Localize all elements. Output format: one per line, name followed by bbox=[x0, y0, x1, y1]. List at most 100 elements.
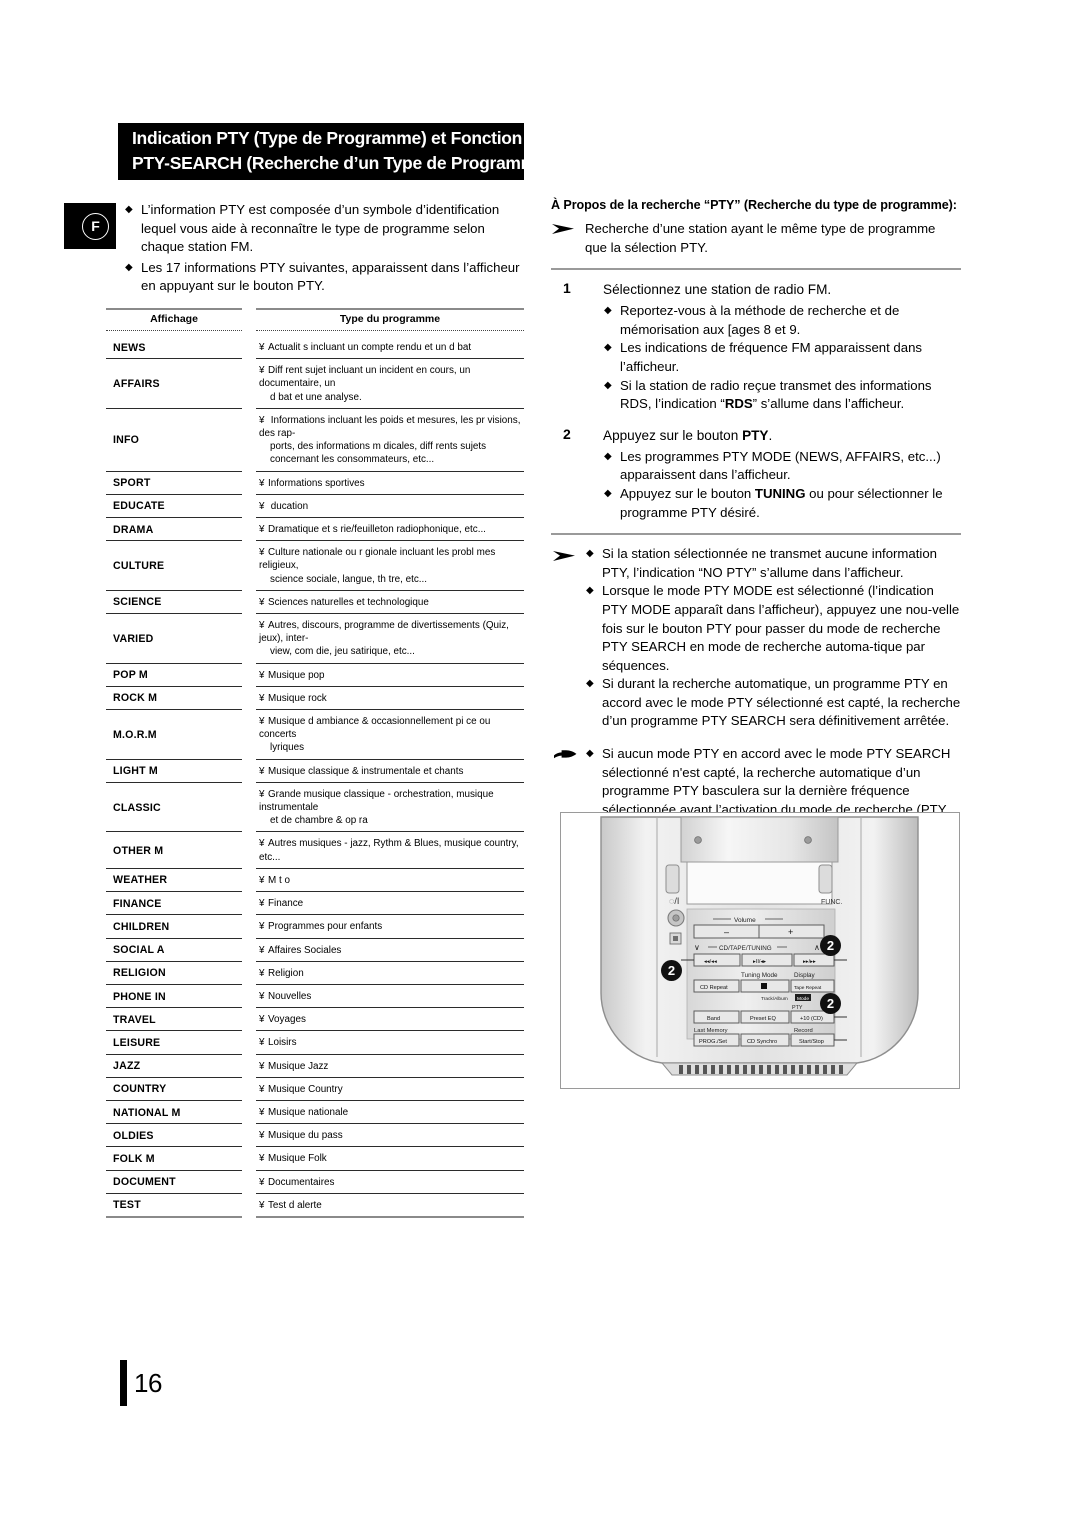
table-row: M.O.R.M ¥ Musique d ambiance & occasionnel… bbox=[106, 710, 524, 760]
table-cell-description: ¥ Loisirs bbox=[256, 1031, 524, 1055]
table-cell-code: CLASSIC bbox=[106, 783, 242, 833]
svg-text:CD/TAPE/TUNING: CD/TAPE/TUNING bbox=[719, 945, 772, 952]
step-1-bullet-2-text: Les indications de fréquence FM apparais… bbox=[620, 340, 923, 374]
page-title-line2: PTY-SEARCH (Recherche d’un Type de Progr… bbox=[132, 153, 551, 173]
table-cell-description: ¥ Finance bbox=[256, 892, 524, 916]
table-row: ROCK M ¥ Musique rock bbox=[106, 687, 524, 711]
diamond-bullet-icon: ◆ bbox=[125, 261, 133, 273]
table-row: PHONE IN ¥ Nouvelles bbox=[106, 985, 524, 1009]
pty-search-heading: À Propos de la recherche “PTY” (Recherch… bbox=[551, 198, 957, 212]
intro-bullet-1-text: L’information PTY est composée d’un symb… bbox=[141, 202, 500, 255]
table-cell-desc-line1: Actualit s incluant un compte rendu et u… bbox=[268, 342, 472, 353]
table-cell-description: ¥ Musique Country bbox=[256, 1078, 524, 1101]
table-cell-desc-line1: Finance bbox=[268, 898, 304, 910]
table-cell-desc-line1: Musique rock bbox=[268, 692, 327, 704]
table-cell-code: NEWS bbox=[106, 336, 242, 360]
table-cell-description: ¥ ducation bbox=[256, 495, 524, 519]
yen-bullet-icon: ¥ bbox=[259, 414, 265, 426]
table-row: FINANCE ¥ Finance bbox=[106, 892, 524, 916]
table-cell-desc-line1: Nouvelles bbox=[268, 990, 312, 1002]
yen-bullet-icon: ¥ bbox=[259, 1083, 265, 1095]
svg-text:Start/Stop: Start/Stop bbox=[799, 1039, 824, 1045]
arrow-marker-icon bbox=[552, 224, 574, 234]
table-body: NEWS ¥ Actualit s incluant un compte rendu… bbox=[106, 336, 524, 1218]
pty-search-intro: Recherche d’une station ayant le même ty… bbox=[551, 220, 961, 257]
table-row: NEWS ¥ Actualit s incluant un compte rendu… bbox=[106, 336, 524, 360]
table-row: AFFAIRS ¥ Diff rent sujet incluant un inci… bbox=[106, 359, 524, 409]
yen-bullet-icon: ¥ bbox=[259, 1199, 265, 1211]
diamond-bullet-icon: ◆ bbox=[586, 678, 594, 690]
callout-badge-2-left: 2 bbox=[661, 960, 682, 981]
table-cell-code: OTHER M bbox=[106, 832, 242, 869]
step-1-number: 1 bbox=[563, 280, 571, 297]
table-cell-desc-line1: Musique d ambiance & occasionnellement p… bbox=[259, 716, 491, 741]
table-cell-desc-line1: Culture nationale ou r gionale incluant … bbox=[259, 547, 496, 572]
table-cell-description: ¥ Musique d ambiance & occasionnellement … bbox=[256, 710, 524, 760]
table-row: LIGHT M ¥ Musique classique & instrumental… bbox=[106, 760, 524, 783]
table-cell-desc-line1: Programmes pour enfants bbox=[268, 921, 383, 933]
step-1-bullet-3: ◆ Si la station de radio reçue transmet … bbox=[603, 377, 961, 414]
step-1: 1 Sélectionnez une station de radio FM. bbox=[551, 280, 961, 299]
table-cell-desc-line1: Dramatique et s rie/feuilleton radiophon… bbox=[268, 524, 486, 536]
table-cell-code: RELIGION bbox=[106, 962, 242, 985]
pty-program-type-table: Affichage Type du programme NEWS ¥ Actuali… bbox=[106, 308, 524, 1218]
table-cell-description: ¥ Musique Jazz bbox=[256, 1055, 524, 1078]
yen-bullet-icon: ¥ bbox=[259, 1014, 265, 1026]
table-cell-description: ¥ Musique du pass bbox=[256, 1124, 524, 1148]
table-cell-desc-line1: Affaires Sociales bbox=[268, 944, 342, 956]
table-cell-desc-line2: view, com die, jeu satirique, etc... bbox=[270, 646, 415, 658]
callout-badge-2-right-bottom: 2 bbox=[820, 993, 841, 1014]
callout-badge-2-right-top: 2 bbox=[820, 935, 841, 956]
pty-notes-block: ◆ Si la station sélectionnée ne transmet… bbox=[551, 545, 961, 731]
rds-keyword: RDS bbox=[724, 396, 753, 412]
yen-bullet-icon: ¥ bbox=[259, 524, 265, 536]
table-cell-code: TEST bbox=[106, 1194, 242, 1218]
table-cell-code: INFO bbox=[106, 409, 242, 472]
table-cell-description: ¥ Musique classique & instrumentale et ch… bbox=[256, 760, 524, 783]
svg-text:+10 (CD): +10 (CD) bbox=[800, 1016, 823, 1022]
table-cell-description: ¥ Musique Folk bbox=[256, 1147, 524, 1171]
svg-text:–: – bbox=[724, 927, 729, 937]
table-cell-code: POP M bbox=[106, 664, 242, 687]
step-2-bullet-1-text: Les programmes PTY MODE (NEWS, AFFAIRS, … bbox=[620, 448, 941, 483]
divider-rule-2 bbox=[551, 533, 961, 536]
table-cell-code: CULTURE bbox=[106, 541, 242, 591]
table-cell-description: ¥ Sciences naturelles et technologique bbox=[256, 591, 524, 615]
table-row: COUNTRY ¥ Musique Country bbox=[106, 1078, 524, 1101]
table-cell-desc-line1: Informations incluant les poids et mesur… bbox=[259, 414, 521, 440]
diamond-bullet-icon: ◆ bbox=[604, 487, 612, 499]
yen-bullet-icon: ¥ bbox=[259, 1130, 265, 1142]
yen-bullet-icon: ¥ bbox=[259, 898, 265, 910]
table-row: SOCIAL A ¥ Affaires Sociales bbox=[106, 939, 524, 962]
table-cell-desc-line1: ducation bbox=[268, 500, 309, 512]
table-cell-desc-line1: Diff rent sujet incluant un incident en … bbox=[259, 365, 471, 390]
step-2-lead-b: . bbox=[768, 427, 773, 443]
table-row: NATIONAL M ¥ Musique nationale bbox=[106, 1101, 524, 1125]
table-cell-desc-line1: Musique du pass bbox=[268, 1130, 343, 1142]
func-label: FUNC. bbox=[821, 899, 842, 906]
svg-text:Tuning Mode: Tuning Mode bbox=[741, 972, 778, 979]
table-cell-description: ¥ Voyages bbox=[256, 1008, 524, 1032]
table-cell-description: ¥ Grande musique classique - orchestratio… bbox=[256, 783, 524, 833]
table-cell-desc-line2: et de chambre & op ra bbox=[270, 815, 368, 827]
table-cell-description: ¥ Nouvelles bbox=[256, 985, 524, 1009]
svg-text:Track/Album: Track/Album bbox=[761, 996, 788, 1002]
table-row: CULTURE ¥ Culture nationale ou r gionale i… bbox=[106, 541, 524, 591]
table-cell-description: ¥ Affaires Sociales bbox=[256, 939, 524, 962]
arrow-marker-icon bbox=[553, 551, 575, 562]
table-cell-desc-line1: Autres, discours, programme de divertiss… bbox=[259, 620, 509, 645]
table-row: VARIED ¥ Autres, discours, programme de di… bbox=[106, 614, 524, 664]
yen-bullet-icon: ¥ bbox=[259, 944, 265, 956]
table-row: OLDIES ¥ Musique du pass bbox=[106, 1124, 524, 1148]
table-cell-description: ¥ Diff rent sujet incluant un incident en… bbox=[256, 359, 524, 409]
diamond-bullet-icon: ◆ bbox=[586, 548, 594, 560]
step-2-bullet-1: ◆ Les programmes PTY MODE (NEWS, AFFAIRS… bbox=[603, 448, 961, 485]
yen-bullet-icon: ¥ bbox=[259, 716, 265, 728]
table-cell-description: ¥ Musique rock bbox=[256, 687, 524, 711]
language-badge-french: F bbox=[64, 203, 116, 249]
page-title-line1: Indication PTY (Type de Programme) et Fo… bbox=[132, 128, 523, 148]
table-cell-code: LEISURE bbox=[106, 1031, 242, 1055]
table-cell-desc-line1: Autres musiques - jazz, Rythm & Blues, m… bbox=[259, 838, 519, 863]
step-2-bullet-2: ◆ Appuyez sur le bouton TUNING ou pour s… bbox=[603, 485, 961, 522]
table-cell-desc-line1: Musique Jazz bbox=[268, 1060, 329, 1072]
